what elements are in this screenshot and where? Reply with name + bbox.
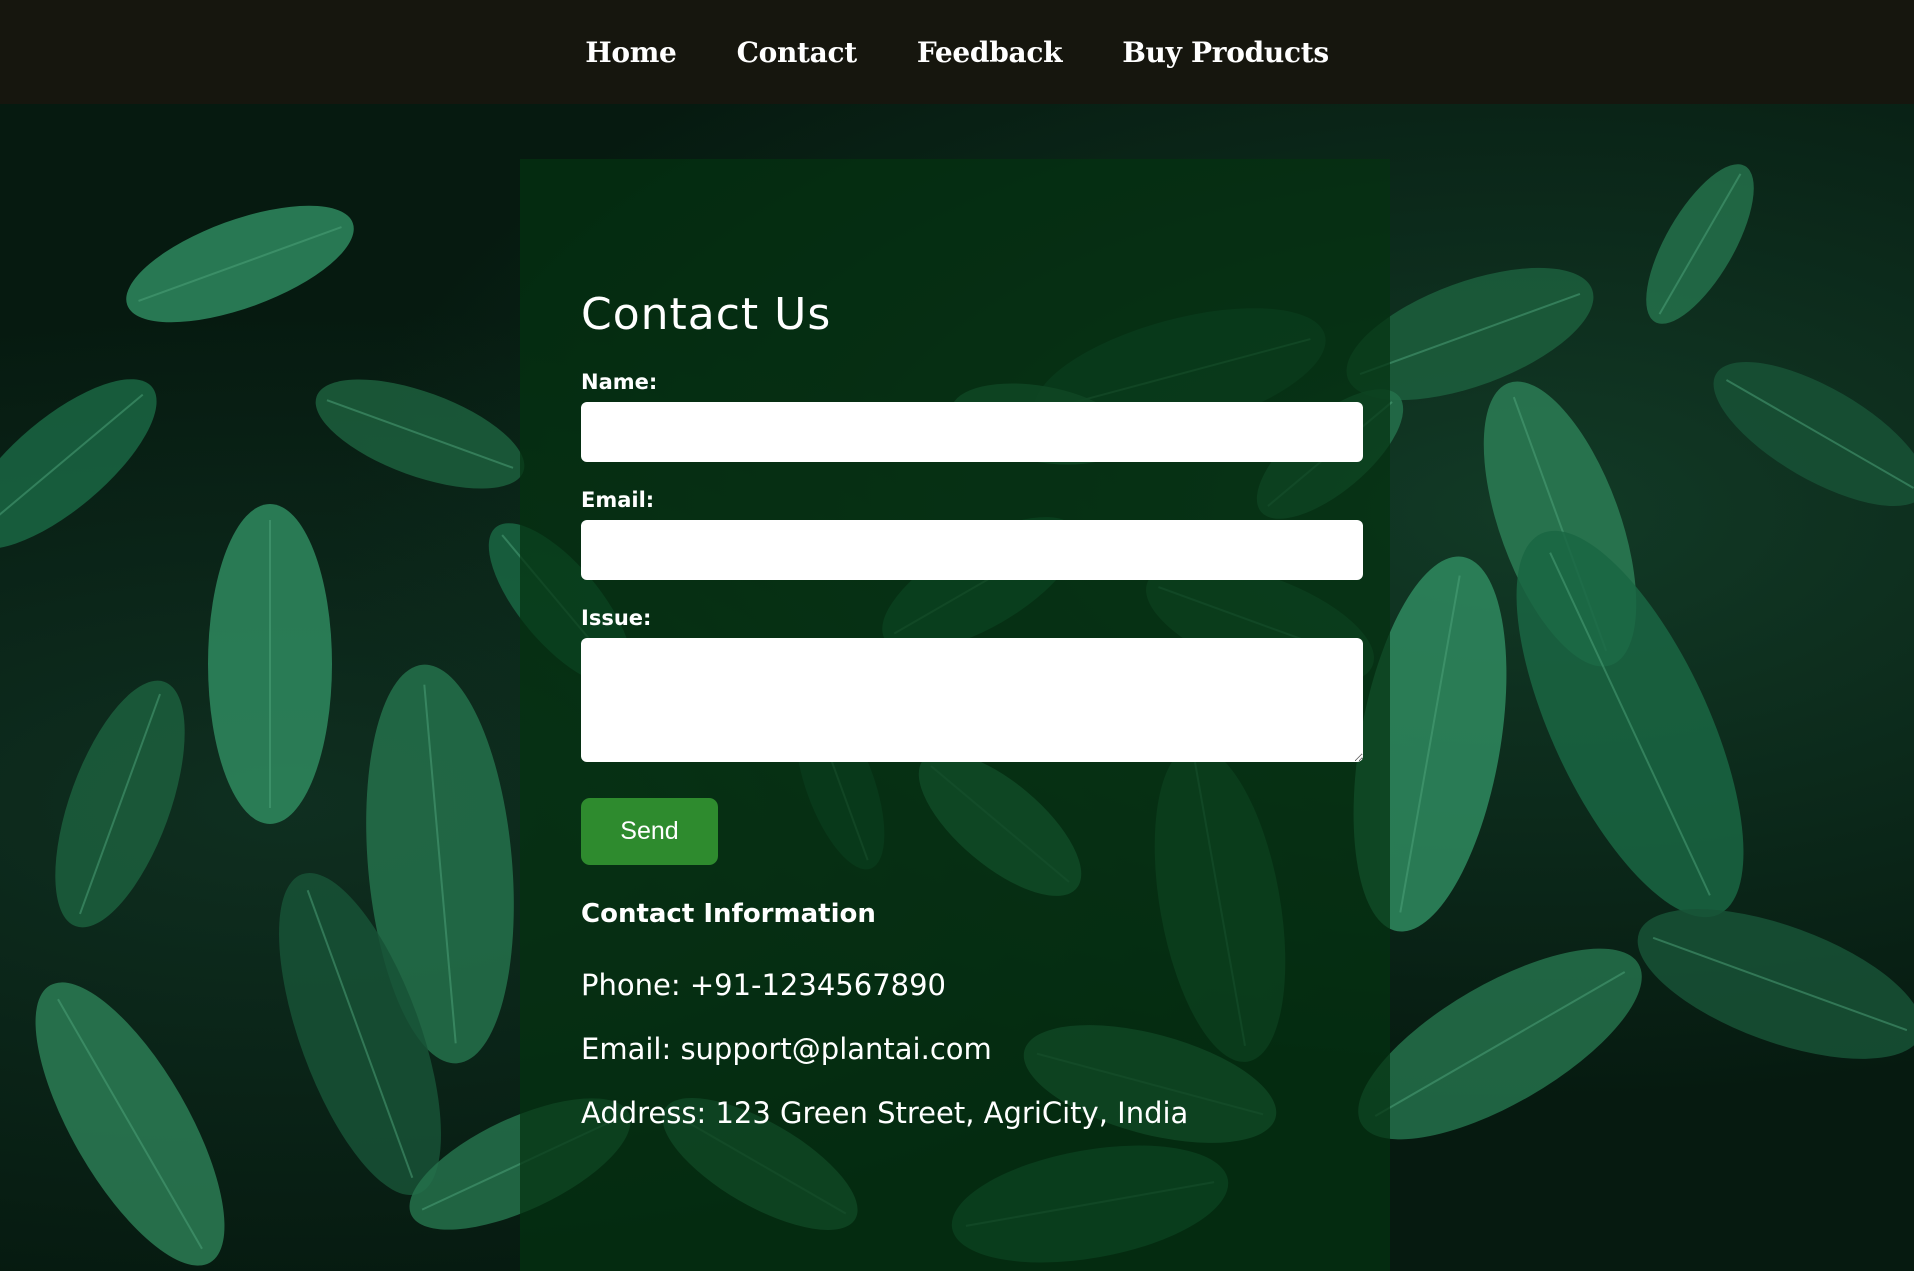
contact-content: Contact Us Name: Email: Issue: Send Cont… xyxy=(581,280,1363,1133)
nav-link-feedback[interactable]: Feedback xyxy=(917,36,1063,69)
leaf-shape xyxy=(0,379,157,549)
email-input[interactable] xyxy=(581,520,1363,580)
contact-info-heading: Contact Information xyxy=(581,899,876,929)
issue-textarea[interactable] xyxy=(581,638,1363,762)
nav-link-home[interactable]: Home xyxy=(585,36,677,69)
leaf-shape xyxy=(1637,909,1914,1059)
leaf-shape xyxy=(1713,361,1914,507)
issue-label: Issue: xyxy=(581,606,652,630)
nav-link-contact[interactable]: Contact xyxy=(737,36,858,69)
page-title: Contact Us xyxy=(581,289,832,340)
contact-email: Email: support@plantai.com xyxy=(581,1032,992,1066)
contact-address: Address: 123 Green Street, AgriCity, Ind… xyxy=(581,1096,1189,1130)
name-label: Name: xyxy=(581,370,658,394)
contact-form: Name: Email: Issue: Send xyxy=(581,370,1363,865)
nav-link-buy-products[interactable]: Buy Products xyxy=(1122,36,1329,69)
send-button[interactable]: Send xyxy=(581,798,718,865)
name-input[interactable] xyxy=(581,402,1363,462)
email-label: Email: xyxy=(581,488,655,512)
leaf-shape xyxy=(35,982,225,1266)
top-navbar: Home Contact Feedback Buy Products xyxy=(0,0,1914,104)
contact-phone: Phone: +91-1234567890 xyxy=(581,968,946,1002)
